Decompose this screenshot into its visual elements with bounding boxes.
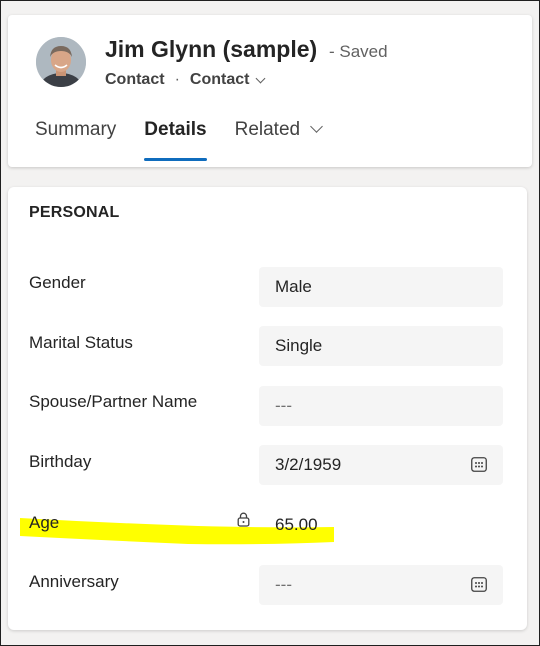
calendar-icon[interactable] (471, 577, 487, 592)
personal-section: PERSONAL Gender Male Marital Status Sing… (8, 187, 527, 630)
record-header: Jim Glynn (sample) - Saved Contact · Con… (8, 15, 532, 167)
tab-related-label: Related (234, 119, 301, 140)
age-field[interactable]: 65.00 (259, 505, 503, 545)
birthday-field[interactable]: 3/2/1959 (259, 445, 503, 485)
section-title: PERSONAL (29, 204, 120, 221)
tab-summary-label: Summary (35, 119, 117, 140)
birthday-label: Birthday (29, 452, 92, 471)
marital-status-label: Marital Status (29, 333, 133, 352)
lock-icon (237, 512, 250, 527)
marital-status-field[interactable]: Single (259, 326, 503, 366)
window-frame: Jim Glynn (sample) - Saved Contact · Con… (0, 0, 540, 646)
calendar-icon[interactable] (471, 457, 487, 472)
anniversary-field[interactable]: --- (259, 565, 503, 605)
save-status: - Saved (329, 42, 388, 61)
entity-name: Contact (105, 71, 165, 88)
contact-avatar (36, 37, 86, 87)
marital-status-value: Single (275, 336, 323, 355)
gender-label: Gender (29, 273, 86, 292)
form-selector-label: Contact (189, 71, 250, 88)
chevron-down-icon (256, 73, 266, 83)
separator-dot: · (174, 71, 180, 88)
birthday-value: 3/2/1959 (275, 455, 342, 474)
age-label: Age (29, 513, 60, 532)
chevron-down-icon (310, 120, 323, 133)
gender-field[interactable]: Male (259, 267, 503, 307)
spouse-partner-name-label: Spouse/Partner Name (29, 392, 198, 411)
tab-summary[interactable]: Summary (35, 119, 116, 161)
spouse-partner-name-value: --- (275, 396, 292, 415)
tab-details-label: Details (144, 119, 207, 140)
anniversary-value: --- (275, 575, 292, 594)
record-title: Jim Glynn (sample) (105, 36, 318, 62)
tab-details[interactable]: Details (144, 119, 207, 161)
gender-value: Male (275, 277, 312, 296)
spouse-partner-name-field[interactable]: --- (259, 386, 503, 426)
tab-bar: Summary Details Related (35, 119, 349, 161)
anniversary-label: Anniversary (29, 572, 119, 591)
form-selector[interactable]: Contact (189, 71, 266, 89)
tab-related[interactable]: Related (234, 119, 323, 161)
entity-row: Contact · Contact (105, 71, 266, 89)
age-value: 65.00 (275, 515, 318, 534)
